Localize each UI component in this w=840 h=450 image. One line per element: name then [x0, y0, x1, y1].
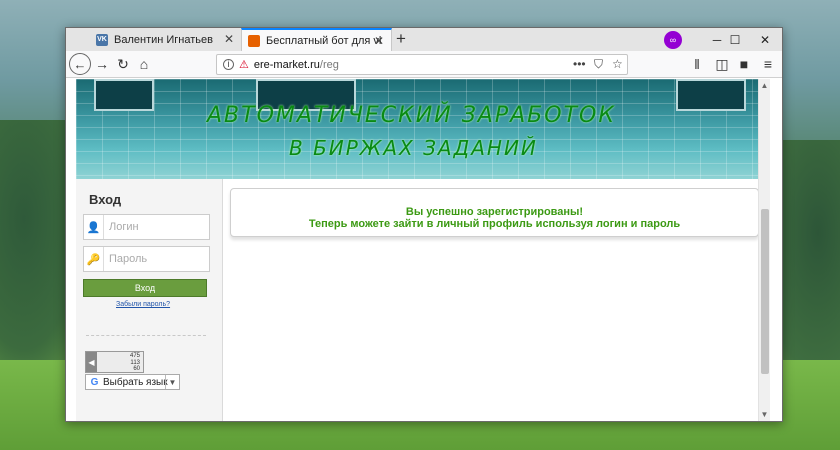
visitor-counter[interactable]: ◀ 475 113 60	[85, 351, 144, 373]
counter-line3: 60	[133, 366, 140, 372]
bookmark-star-icon[interactable]: ☆	[612, 57, 623, 71]
maximize-icon[interactable]: ☐	[718, 28, 752, 51]
pocket-icon[interactable]: ⛉	[594, 57, 603, 72]
banner-title-line1: АВТОМАТИЧЕСКИЙ ЗАРАБОТОК	[207, 103, 616, 128]
nav-bar: ← → ↻ ⌂ i ⚠ ere-market.ru/reg ••• ⛉ ☆ ‖ …	[66, 51, 782, 78]
url-path: /reg	[319, 58, 339, 71]
library-icon[interactable]: ‖	[686, 53, 708, 75]
menu-icon[interactable]: ≡	[757, 53, 779, 75]
extension-icon[interactable]: ■	[733, 53, 755, 75]
success-message-line2: Теперь можете зайти в личный профиль исп…	[308, 218, 681, 230]
password-field: 🔑	[83, 246, 210, 272]
browser-window: VK Валентин Игнатьев ✕ Бесплатный бот дл…	[65, 27, 783, 422]
forward-icon[interactable]: →	[91, 53, 113, 75]
home-icon[interactable]: ⌂	[133, 53, 155, 75]
forgot-password-link[interactable]: Забыли пароль?	[116, 301, 170, 308]
tab-title: Бесплатный бот для vktarget и	[266, 34, 381, 47]
success-message-box: Вы успешно зарегистрированы! Теперь може…	[230, 188, 759, 237]
scroll-up-icon[interactable]: ▲	[759, 81, 770, 90]
close-window-icon[interactable]: ✕	[748, 28, 782, 51]
success-message-line1: Вы успешно зарегистрированы!	[405, 206, 584, 218]
password-input[interactable]	[109, 248, 209, 270]
counter-logo-icon: ◀	[86, 352, 97, 372]
url-bar[interactable]: i ⚠ ere-market.ru/reg ••• ⛉ ☆	[216, 54, 628, 75]
private-mask-icon[interactable]: ∞	[664, 31, 682, 49]
login-input[interactable]	[109, 216, 209, 238]
counter-line1: 475	[129, 353, 140, 359]
reload-icon[interactable]: ↻	[112, 53, 134, 75]
sidebar-toggle-icon[interactable]: ◫	[711, 53, 733, 75]
main-content: Вы успешно зарегистрированы! Теперь може…	[223, 179, 762, 421]
scroll-down-icon[interactable]: ▼	[759, 410, 770, 419]
key-icon: 🔑	[84, 247, 104, 271]
site-favicon-icon	[248, 34, 260, 47]
login-title: Вход	[89, 192, 122, 207]
login-button[interactable]: Вход	[83, 279, 207, 297]
banner-monitor-left	[94, 79, 154, 111]
new-tab-icon[interactable]: +	[396, 29, 406, 49]
tab-active[interactable]: Бесплатный бот для vktarget и ✕	[241, 28, 392, 51]
insecure-lock-icon[interactable]: ⚠	[239, 58, 249, 71]
page-actions-icon[interactable]: •••	[573, 57, 586, 71]
tab-title: Валентин Игнатьев	[114, 33, 213, 46]
user-icon: 👤	[84, 215, 104, 239]
page-content: АВТОМАТИЧЕСКИЙ ЗАРАБОТОК В БИРЖАХ ЗАДАНИ…	[76, 79, 770, 421]
language-select-label: Выбрать язык	[103, 376, 168, 388]
tab-strip: VK Валентин Игнатьев ✕ Бесплатный бот дл…	[66, 28, 782, 51]
close-tab-icon[interactable]: ✕	[374, 34, 384, 48]
page-scrollbar[interactable]: ▲ ▼	[758, 79, 770, 421]
tab-vk[interactable]: VK Валентин Игнатьев ✕	[90, 28, 241, 51]
banner-title-line2: В БИРЖАХ ЗАДАНИЙ	[289, 136, 538, 160]
divider	[86, 335, 206, 336]
login-sidebar: Вход 👤 🔑 Вход Забыли пароль? ◀ 475 113 6…	[76, 179, 223, 421]
header-banner: АВТОМАТИЧЕСКИЙ ЗАРАБОТОК В БИРЖАХ ЗАДАНИ…	[76, 79, 762, 179]
banner-grid	[76, 79, 762, 179]
url-host: ere-market.ru	[253, 58, 320, 71]
info-icon[interactable]: i	[223, 59, 234, 70]
scrollbar-thumb[interactable]	[761, 209, 769, 374]
vk-icon: VK	[96, 33, 108, 46]
login-field: 👤	[83, 214, 210, 240]
banner-monitor-right	[676, 79, 746, 111]
back-icon[interactable]: ←	[69, 53, 91, 75]
dropdown-arrow-icon[interactable]: ▼	[165, 375, 179, 389]
google-icon: G	[90, 376, 99, 388]
close-tab-icon[interactable]: ✕	[224, 32, 234, 46]
google-translate-select[interactable]: G Выбрать язык ▼	[85, 374, 180, 390]
